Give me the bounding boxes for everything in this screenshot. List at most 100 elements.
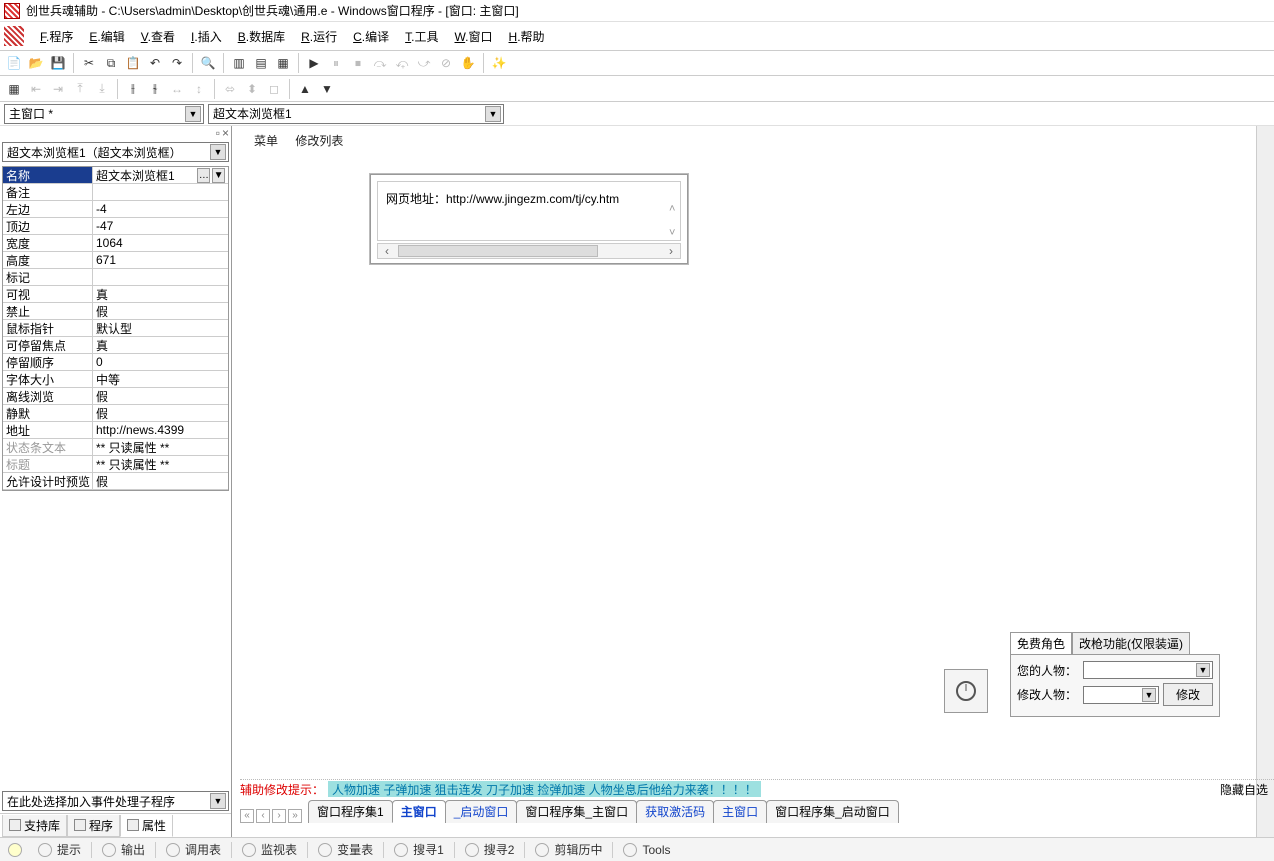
samesize-icon[interactable]: ◻ [264,79,284,99]
menu-program[interactable]: F.程序 [32,24,81,49]
property-row[interactable]: 静默假 [3,405,228,422]
property-value[interactable] [93,269,228,285]
form-menu-item[interactable]: 菜单 [254,134,278,148]
document-tab[interactable]: 获取激活码 [636,800,714,823]
cut-icon[interactable]: ✂ [79,53,99,73]
back-icon[interactable]: ▼ [317,79,337,99]
pause-icon[interactable]: ⏸ [326,53,346,73]
property-value[interactable]: …▼ [93,167,228,183]
layout2-icon[interactable]: ▤ [251,53,271,73]
scroll-thumb[interactable] [398,245,598,257]
left-tab[interactable]: 支持库 [2,815,67,837]
menu-help[interactable]: H.帮助 [501,24,553,49]
property-value[interactable]: http://news.4399 [93,422,228,438]
run-icon[interactable]: ▶ [304,53,324,73]
property-row[interactable]: 禁止假 [3,303,228,320]
stop-icon[interactable]: ⏹ [348,53,368,73]
menu-compile[interactable]: C.编译 [345,24,397,49]
undo-icon[interactable]: ↶ [145,53,165,73]
panel-tab[interactable]: 免费角色 [1010,632,1072,654]
panel-tab[interactable]: 改枪功能(仅限装逼) [1072,632,1190,654]
break-icon[interactable]: ⊘ [436,53,456,73]
document-tab[interactable]: 主窗口 [392,800,446,823]
tab-next-icon[interactable]: › [272,809,286,823]
property-value[interactable]: ** 只读属性 ** [93,439,228,455]
tab-prev-icon[interactable]: ‹ [256,809,270,823]
help-icon[interactable] [8,843,22,857]
document-tab[interactable]: 窗口程序集_启动窗口 [766,800,899,823]
chevron-down-icon[interactable]: ▼ [485,106,501,122]
tab-first-icon[interactable]: « [240,809,254,823]
wizard-icon[interactable]: ✨ [489,53,509,73]
open-icon[interactable]: 📂 [26,53,46,73]
property-row[interactable]: 备注 [3,184,228,201]
document-tab[interactable]: 主窗口 [713,800,767,823]
menu-insert[interactable]: I.插入 [183,24,230,49]
web-browser-control[interactable]: 网页地址：http://www.jingezm.com/tj/cy.htm ˄˅… [370,174,688,264]
ellipsis-button[interactable]: … [197,168,210,183]
property-row[interactable]: 可停留焦点真 [3,337,228,354]
status-item[interactable]: 输出 [98,841,149,858]
menu-run[interactable]: R.运行 [293,24,345,49]
property-row[interactable]: 停留顺序0 [3,354,228,371]
property-value[interactable]: 中等 [93,371,228,387]
status-item[interactable]: 提示 [34,841,85,858]
copy-icon[interactable]: ⧉ [101,53,121,73]
chevron-down-icon[interactable]: ▼ [185,106,201,122]
property-row[interactable]: 可视真 [3,286,228,303]
pin-icon[interactable]: ▫ [216,126,220,140]
property-value[interactable]: -47 [93,218,228,234]
event-combo[interactable]: 在此处选择加入事件处理子程序 ▼ [2,791,229,811]
property-row[interactable]: 宽度1064 [3,235,228,252]
property-object-combo[interactable]: 超文本浏览框1（超文本浏览框） ▼ [2,142,229,162]
property-value[interactable]: 假 [93,388,228,404]
property-row[interactable]: 允许设计时预览假 [3,473,228,490]
stepover-icon[interactable]: ⤼ [370,53,390,73]
property-row[interactable]: 顶边-47 [3,218,228,235]
property-value[interactable]: 671 [93,252,228,268]
property-row[interactable]: 字体大小中等 [3,371,228,388]
grid-icon[interactable]: ▦ [4,79,24,99]
align-right-icon[interactable]: ⇥ [48,79,68,99]
paste-icon[interactable]: 📋 [123,53,143,73]
form-designer[interactable]: 菜单 修改列表 网页地址：http://www.jingezm.com/tj/c… [242,126,1250,777]
property-row[interactable]: 标题** 只读属性 ** [3,456,228,473]
stepout-icon[interactable]: ⤻ [414,53,434,73]
stepin-icon[interactable]: ⤽ [392,53,412,73]
property-row[interactable]: 离线浏览假 [3,388,228,405]
property-row[interactable]: 名称…▼ [3,167,228,184]
centerh-icon[interactable]: ⫲ [123,79,143,99]
property-row[interactable]: 高度671 [3,252,228,269]
status-item[interactable]: 搜寻1 [390,841,448,858]
scroll-right-icon[interactable]: › [662,244,680,258]
property-row[interactable]: 状态条文本** 只读属性 ** [3,439,228,456]
timer-control[interactable] [944,669,988,713]
property-value[interactable]: 默认型 [93,320,228,336]
scroll-left-icon[interactable]: ‹ [378,244,396,258]
align-bottom-icon[interactable]: ⤓ [92,79,112,99]
modify-button[interactable]: 修改 [1163,683,1213,706]
menu-edit[interactable]: E.编辑 [81,24,132,49]
tab-last-icon[interactable]: » [288,809,302,823]
menu-database[interactable]: B.数据库 [230,24,293,49]
status-item[interactable]: 搜寻2 [461,841,519,858]
property-value[interactable]: 真 [93,286,228,302]
horizontal-scrollbar[interactable]: ‹ › [377,243,681,259]
property-value[interactable]: 1064 [93,235,228,251]
status-item[interactable]: 剪辑历中 [531,841,606,858]
close-icon[interactable]: × [222,126,229,140]
chevron-down-icon[interactable]: ▼ [210,793,226,809]
property-value[interactable]: 真 [93,337,228,353]
chevron-down-icon[interactable]: ▼ [1196,663,1210,677]
document-tab[interactable]: 窗口程序集1 [308,800,393,823]
hand-icon[interactable]: ✋ [458,53,478,73]
menu-tools[interactable]: T.工具 [397,24,446,49]
spacev-icon[interactable]: ↕ [189,79,209,99]
property-row[interactable]: 左边-4 [3,201,228,218]
your-role-select[interactable]: ▼ [1083,661,1213,679]
chevron-down-icon[interactable]: ▼ [212,168,225,183]
property-input[interactable] [96,168,195,182]
status-item[interactable]: 监视表 [238,841,301,858]
control-combo[interactable]: 超文本浏览框1 ▼ [208,104,504,124]
property-value[interactable]: -4 [93,201,228,217]
